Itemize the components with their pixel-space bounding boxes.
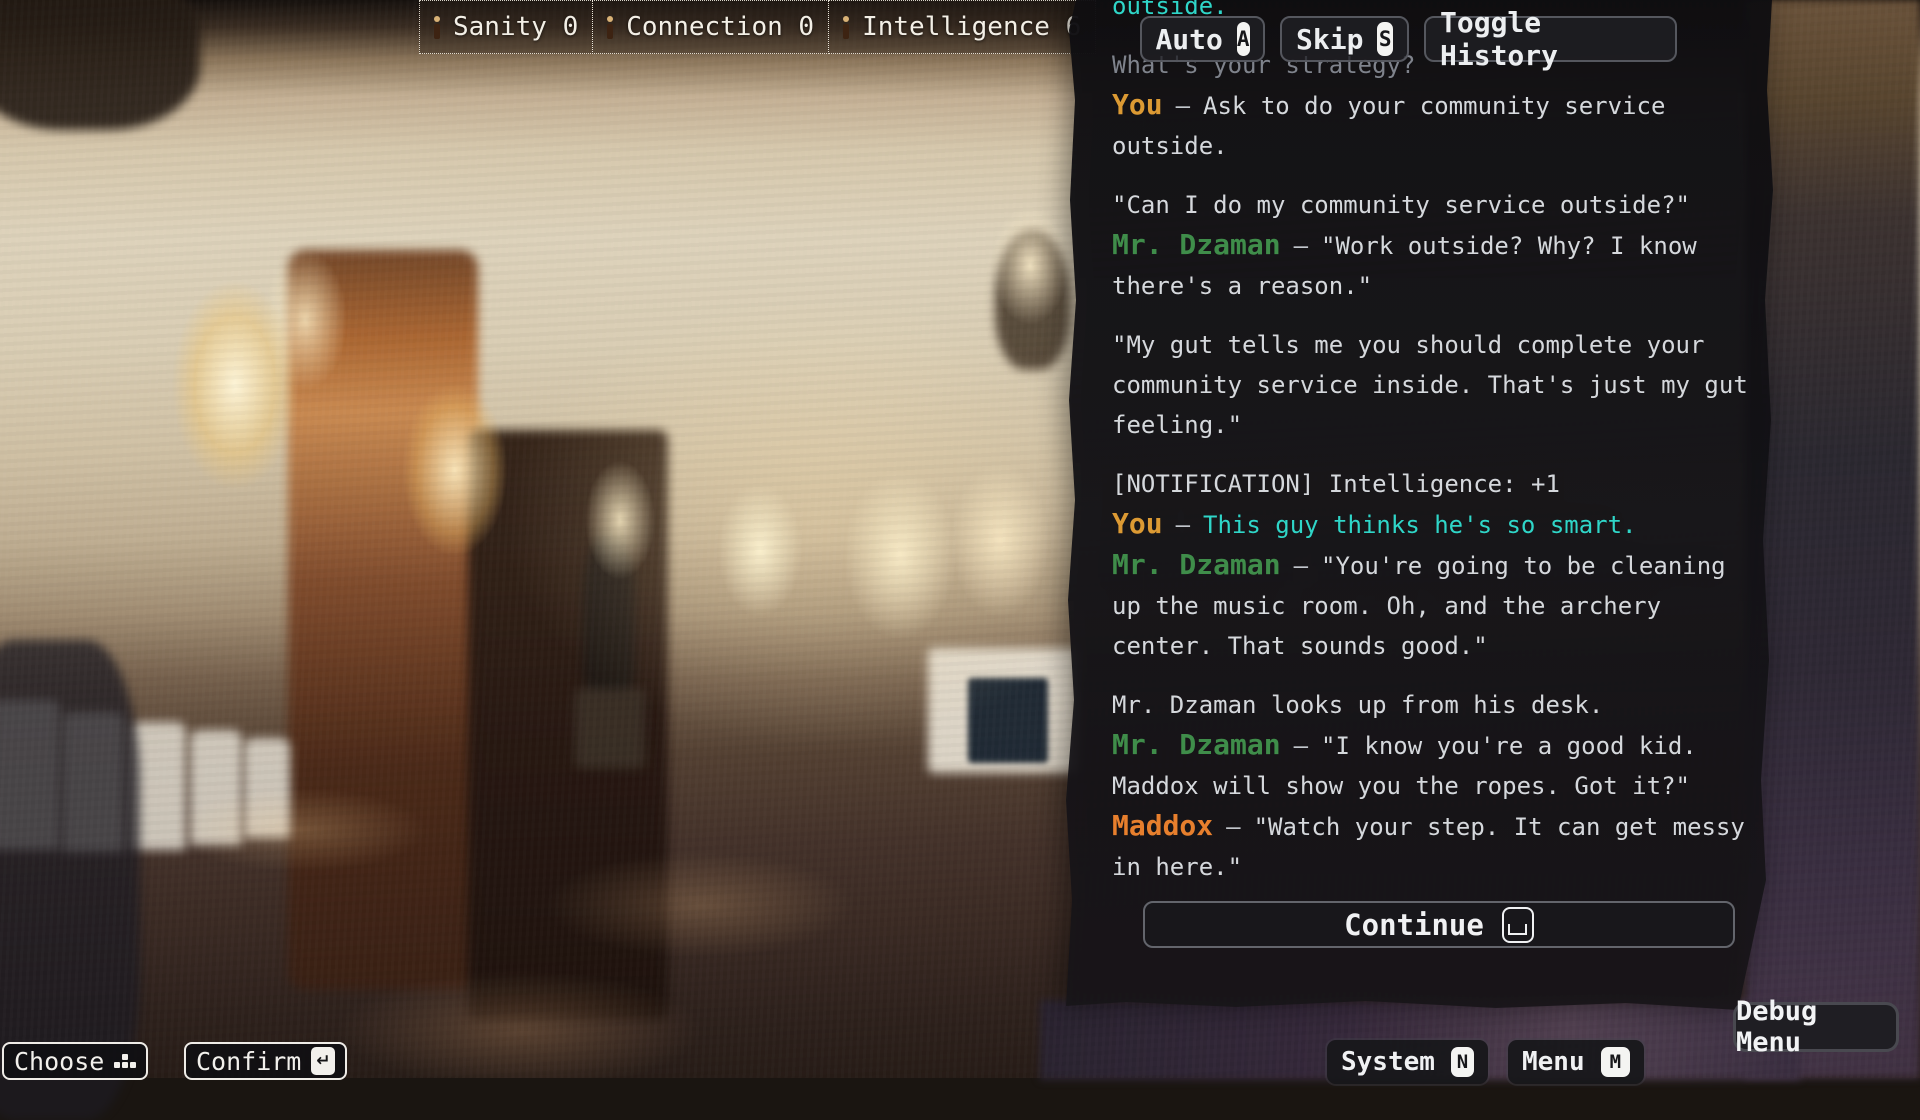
dialogue-dash: – [1213, 813, 1253, 841]
speaker-name: Mr. Dzaman [1112, 728, 1281, 761]
stat-label-value: Intelligence 6 [862, 12, 1081, 42]
menu-button-label: Menu [1522, 1047, 1585, 1077]
debug-menu-button-label: Debug Menu [1736, 996, 1896, 1058]
keycap-n-icon: N [1451, 1047, 1474, 1077]
confirm-button-label: Confirm [196, 1047, 301, 1076]
dialogue-dash: – [1281, 732, 1321, 760]
choose-button-label: Choose [14, 1047, 104, 1076]
system-button-label: System [1341, 1047, 1435, 1077]
choose-button[interactable]: Choose [2, 1042, 148, 1080]
narration-line: "Can I do my community service outside?" [1112, 185, 1760, 225]
speaker-name: Mr. Dzaman [1112, 228, 1281, 261]
candle-icon [607, 16, 613, 39]
skip-button[interactable]: Skip S [1280, 16, 1409, 62]
continue-button-label: Continue [1344, 908, 1484, 942]
speaker-name: Maddox [1112, 809, 1213, 842]
stat-intelligence: Intelligence 6 [828, 0, 1096, 54]
history-block: What's your strategy?You–Ask to do your … [1112, 45, 1760, 166]
auto-button-label: Auto [1155, 23, 1222, 56]
toggle-history-button-label: Toggle History [1440, 6, 1661, 72]
narration-line: Mr. Dzaman looks up from his desk. [1112, 685, 1760, 725]
history-controls: Auto A Skip S Toggle History [1140, 16, 1677, 62]
continue-button[interactable]: Continue [1143, 901, 1735, 948]
stat-connection: Connection 0 [592, 0, 829, 54]
speaker-name: Mr. Dzaman [1112, 548, 1281, 581]
auto-button[interactable]: Auto A [1140, 16, 1265, 62]
dialogue-line: Mr. Dzaman–"Work outside? Why? I know th… [1112, 225, 1760, 306]
dialogue-line: Mr. Dzaman–"You're going to be cleaning … [1112, 545, 1760, 666]
history-block: [NOTIFICATION] Intelligence: +1You–This … [1112, 464, 1760, 666]
confirm-button[interactable]: Confirm ↵ [184, 1042, 347, 1080]
skip-button-label: Skip [1296, 23, 1363, 56]
dialogue-line: Maddox–"Watch your step. It can get mess… [1112, 806, 1760, 887]
history-block: "My gut tells me you should complete you… [1112, 325, 1760, 445]
dialogue-text: This guy thinks he's so smart. [1203, 511, 1636, 539]
candle-icon [434, 16, 440, 39]
menu-button[interactable]: Menu M [1508, 1040, 1644, 1084]
keycap-s-icon: S [1377, 22, 1393, 56]
debug-menu-button[interactable]: Debug Menu [1733, 1002, 1899, 1052]
dialogue-dash: – [1163, 511, 1203, 539]
history-panel: Auto A Skip S Toggle History outside.Wha… [1066, 0, 1782, 1010]
keycap-m-icon: M [1601, 1047, 1630, 1077]
speaker-name: You [1112, 507, 1163, 540]
stat-label-value: Sanity 0 [453, 12, 578, 42]
dialogue-dash: – [1281, 552, 1321, 580]
narration-line: [NOTIFICATION] Intelligence: +1 [1112, 464, 1760, 504]
toggle-history-button[interactable]: Toggle History [1424, 16, 1677, 62]
history-block: "Can I do my community service outside?"… [1112, 185, 1760, 306]
speaker-name: You [1112, 88, 1163, 121]
dialogue-line: Mr. Dzaman–"I know you're a good kid. Ma… [1112, 725, 1760, 806]
stat-label-value: Connection 0 [626, 12, 814, 42]
history-block: Mr. Dzaman looks up from his desk.Mr. Dz… [1112, 685, 1760, 887]
arrow-keys-icon [114, 1054, 136, 1068]
enter-key-icon: ↵ [311, 1047, 335, 1075]
system-button[interactable]: System N [1327, 1040, 1488, 1084]
history-panel-background: Auto A Skip S Toggle History outside.Wha… [1066, 0, 1782, 1010]
stat-sanity: Sanity 0 [419, 0, 593, 54]
candle-icon [843, 16, 849, 39]
space-key-icon [1502, 907, 1534, 943]
dialogue-line: You–Ask to do your community service out… [1112, 85, 1760, 166]
narration-line: "My gut tells me you should complete you… [1112, 325, 1760, 445]
dialogue-line: You–This guy thinks he's so smart. [1112, 504, 1760, 545]
keycap-a-icon: A [1237, 22, 1250, 56]
dialogue-dash: – [1163, 92, 1203, 120]
dialogue-dash: – [1281, 232, 1321, 260]
stats-bar: Sanity 0 Connection 0 Intelligence 6 [420, 0, 1096, 54]
history-log: outside.What's your strategy?You–Ask to … [1112, 0, 1760, 948]
